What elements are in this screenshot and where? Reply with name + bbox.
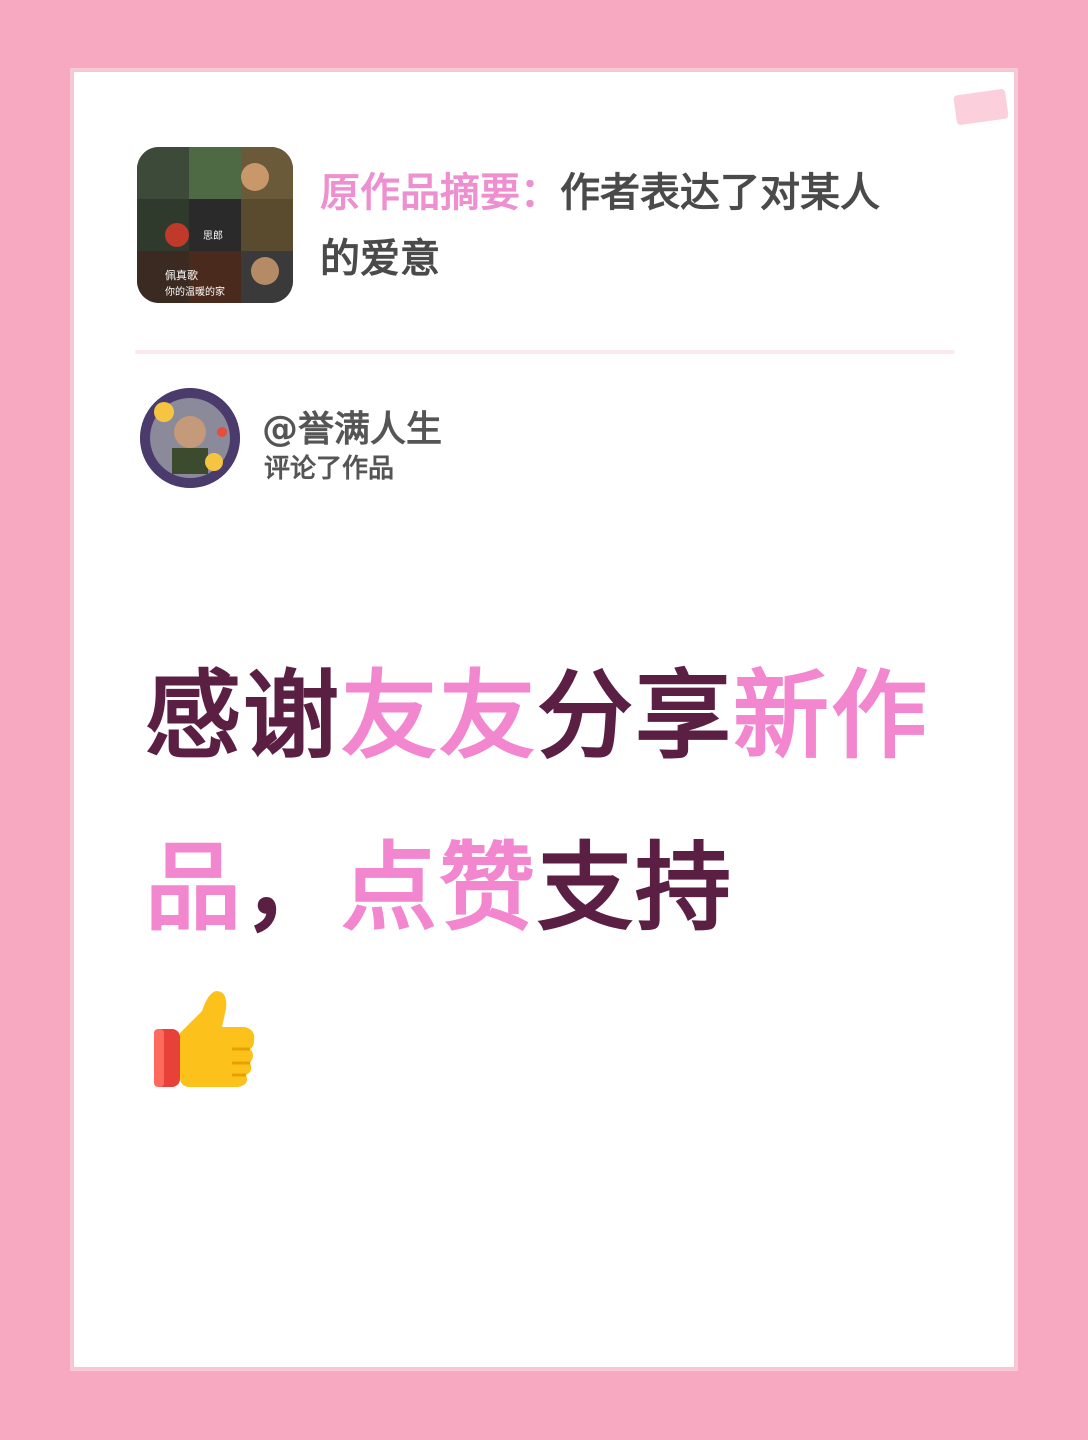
- comment-action: 评论了作品: [264, 454, 395, 484]
- work-summary: 原作品摘要：作者表达了对某人 的爱意: [320, 160, 960, 292]
- avatar[interactable]: [140, 388, 240, 488]
- comment-message: 感谢友友分享新作品，点赞支持: [145, 630, 945, 974]
- username[interactable]: @誉满人生: [262, 400, 442, 452]
- summary-text-line1: 作者表达了对某人: [560, 170, 880, 216]
- thumb-caption-bottom-2: 你的温暖的家: [165, 285, 225, 298]
- msg-seg1: 感谢: [145, 660, 341, 772]
- avatar-image: [140, 388, 240, 488]
- work-thumbnail[interactable]: 思郎 佩真歌 你的温暖的家: [137, 147, 293, 303]
- msg-seg4: 新: [733, 660, 831, 772]
- thumb-caption-top: 思郎: [203, 229, 223, 242]
- thumb-caption-bottom-1: 佩真歌: [165, 268, 198, 282]
- msg-seg6: ，: [243, 832, 341, 944]
- thumbnail-collage: 思郎 佩真歌 你的温暖的家: [137, 147, 293, 303]
- msg-seg2: 友友: [341, 660, 537, 772]
- divider: [135, 350, 955, 354]
- summary-text-line2: 的爱意: [320, 236, 440, 282]
- msg-seg8: 支持: [537, 832, 733, 944]
- thumbs-up-icon: [150, 985, 260, 1095]
- summary-label: 原作品摘要：: [320, 170, 560, 216]
- msg-seg7: 点赞: [341, 832, 537, 944]
- msg-seg3: 分享: [537, 660, 733, 772]
